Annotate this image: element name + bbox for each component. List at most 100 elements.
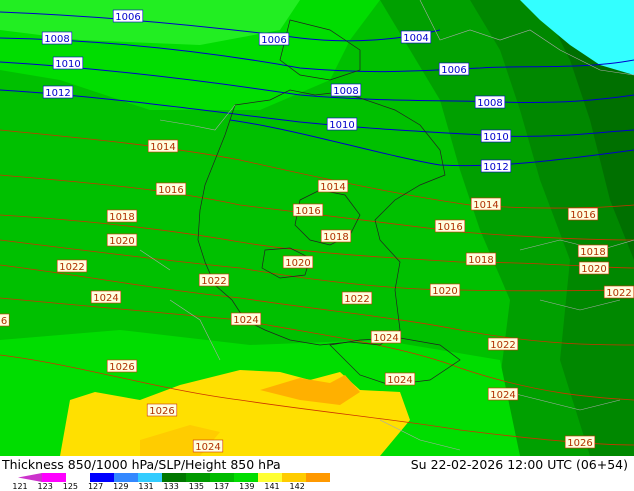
svg-text:1014: 1014	[473, 200, 498, 211]
svg-text:1022: 1022	[490, 340, 515, 351]
legend-swatch-10	[258, 473, 282, 482]
legend-swatch-9	[234, 473, 258, 482]
legend-swatch-3	[90, 473, 114, 482]
svg-text:1024: 1024	[373, 333, 398, 344]
svg-text:1008: 1008	[477, 98, 502, 109]
svg-text:1024: 1024	[490, 390, 515, 401]
svg-text:1022: 1022	[606, 288, 631, 299]
svg-text:1026: 1026	[149, 406, 174, 417]
svg-text:1010: 1010	[55, 59, 80, 70]
height-label-1: 1014	[317, 179, 349, 193]
slp-label-0: 1006	[112, 9, 144, 23]
svg-text:1016: 1016	[570, 210, 595, 221]
svg-text:1016: 1016	[295, 206, 320, 217]
weather-map: 1006 1008 1006 1004 1010 1006 1012 1008 1008 1010…	[0, 0, 634, 456]
svg-text:1010: 1010	[329, 120, 354, 131]
height-label-17: 1022	[341, 291, 373, 305]
svg-text:1024: 1024	[233, 315, 258, 326]
svg-text:1012: 1012	[483, 162, 508, 173]
svg-text:1012: 1012	[45, 88, 70, 99]
height-label-5: 1016	[567, 207, 599, 221]
legend-swatch-4	[114, 473, 138, 482]
legend-swatch-0	[18, 473, 42, 482]
height-label-11: 1020	[282, 255, 314, 269]
legend-swatch-2	[66, 473, 90, 482]
svg-text:1010: 1010	[483, 132, 508, 143]
height-label-10: 1016	[434, 219, 466, 233]
svg-text:1006: 1006	[441, 65, 466, 76]
slp-label-6: 1012	[42, 85, 74, 99]
svg-text:1006: 1006	[261, 35, 286, 46]
svg-text:1018: 1018	[323, 232, 348, 243]
legend-swatch-11	[282, 473, 306, 482]
height-label-7: 1020	[106, 233, 138, 247]
svg-text:1024: 1024	[93, 293, 118, 304]
valid-time: Su 22-02-2026 12:00 UTC (06+54)	[410, 457, 628, 472]
svg-text:1014: 1014	[320, 182, 345, 193]
legend-swatch-12	[306, 473, 330, 482]
height-label-26: 1026	[564, 435, 596, 449]
svg-text:1022: 1022	[59, 262, 84, 273]
height-label-8: 1018	[320, 229, 352, 243]
height-label-29: 1024	[192, 439, 224, 453]
height-label-15: 1022	[198, 273, 230, 287]
legend-swatch-6	[162, 473, 186, 482]
legend-swatch-1	[42, 473, 66, 482]
height-label-16: 1024	[90, 290, 122, 304]
svg-text:1026: 1026	[109, 362, 134, 373]
svg-text:1006: 1006	[115, 12, 140, 23]
svg-text:1018: 1018	[468, 255, 493, 266]
slp-label-3: 1004	[400, 30, 432, 44]
height-label-25: 1024	[370, 330, 402, 344]
svg-text:1026: 1026	[567, 438, 592, 449]
svg-text:1020: 1020	[581, 264, 606, 275]
svg-text:6: 6	[1, 316, 7, 327]
height-label-2: 1016	[155, 182, 187, 196]
svg-text:1020: 1020	[285, 258, 310, 269]
slp-label-7: 1008	[330, 83, 362, 97]
svg-text:1022: 1022	[201, 276, 226, 287]
height-label-14: 1022	[56, 259, 88, 273]
height-label-0: 1014	[147, 139, 179, 153]
svg-text:1024: 1024	[195, 442, 220, 453]
svg-text:1004: 1004	[403, 33, 428, 44]
svg-text:1020: 1020	[109, 236, 134, 247]
slp-label-5: 1006	[438, 62, 470, 76]
svg-text:1014: 1014	[150, 142, 175, 153]
map-canvas: 1006 1008 1006 1004 1010 1006 1012 1008 1008 1010…	[0, 0, 634, 456]
height-label-13: 1018	[465, 252, 497, 266]
height-label-3: 1016	[292, 203, 324, 217]
height-label-18: 1020	[429, 283, 461, 297]
svg-text:1016: 1016	[158, 185, 183, 196]
legend-swatch-7	[186, 473, 210, 482]
height-label-22: 1024	[384, 372, 416, 386]
svg-text:1016: 1016	[437, 222, 462, 233]
slp-label-10: 1010	[480, 129, 512, 143]
map-footer: Thickness 850/1000 hPa/SLP/Height 850 hP…	[0, 456, 634, 491]
slp-label-2: 1006	[258, 32, 290, 46]
svg-text:1020: 1020	[432, 286, 457, 297]
height-label-12: 1020	[578, 261, 610, 275]
color-legend-bar	[18, 473, 330, 482]
height-label-23: 1024	[487, 387, 519, 401]
svg-text:1008: 1008	[333, 86, 358, 97]
height-label-19: 1024	[230, 312, 262, 326]
map-title: Thickness 850/1000 hPa/SLP/Height 850 hP…	[2, 457, 281, 472]
slp-label-11: 1012	[480, 159, 512, 173]
height-label-28: 1022	[603, 285, 634, 299]
height-label-20: 1022	[487, 337, 519, 351]
slp-label-8: 1008	[474, 95, 506, 109]
height-label-9: 1018	[577, 244, 609, 258]
height-label-4: 1014	[470, 197, 502, 211]
slp-label-4: 1010	[52, 56, 84, 70]
slp-label-9: 1010	[326, 117, 358, 131]
legend-swatch-5	[138, 473, 162, 482]
height-label-6: 1018	[106, 209, 138, 223]
svg-text:1022: 1022	[344, 294, 369, 305]
svg-text:1024: 1024	[387, 375, 412, 386]
svg-text:1018: 1018	[109, 212, 134, 223]
height-label-24: 1026	[146, 403, 178, 417]
legend-swatch-8	[210, 473, 234, 482]
svg-text:1018: 1018	[580, 247, 605, 258]
svg-text:1008: 1008	[44, 34, 69, 45]
